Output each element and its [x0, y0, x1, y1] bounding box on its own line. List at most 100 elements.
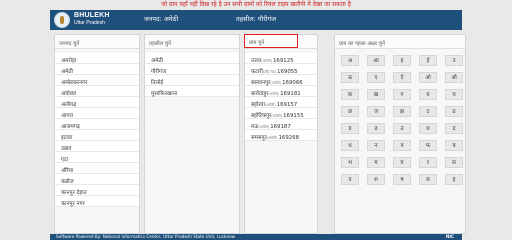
tehsil-item[interactable]: गौरीगंज	[145, 64, 239, 75]
district-item[interactable]: आगरा	[55, 108, 139, 119]
district-panel: जनपद चुनें अमरोहा अमेठी अम्बेडकरनगर अयोध्या…	[54, 34, 140, 234]
letter-button[interactable]: य	[393, 157, 411, 168]
letter-button[interactable]: ट	[419, 106, 437, 117]
letter-button[interactable]: ऊ	[341, 72, 359, 83]
district-item[interactable]: आजमगढ़	[55, 119, 139, 130]
village-item[interactable]: बसावनपुर(अमेठी)169066	[245, 75, 317, 86]
district-item[interactable]: कानपुर नगर	[55, 196, 139, 207]
brand-title: BHULEKH	[74, 12, 110, 19]
village-locality: (अमेठी)	[258, 125, 270, 129]
letter-button[interactable]: ठ	[445, 106, 463, 117]
village-name: उत्तरा	[251, 58, 262, 64]
district-item[interactable]: अम्बेडकरनगर	[55, 75, 139, 86]
village-name: बसावनपुर	[251, 80, 271, 86]
letter-button[interactable]: ब	[445, 140, 463, 151]
letter-button[interactable]: स	[419, 174, 437, 185]
village-item[interactable]: उत्तरा(अमेठी)169125	[245, 53, 317, 64]
letter-button[interactable]: थ	[419, 123, 437, 134]
letter-button[interactable]: अ	[341, 55, 359, 66]
village-name: बारोदाहुर	[251, 91, 269, 97]
letter-button[interactable]: ड	[341, 123, 359, 134]
village-locality: (अमेठी)	[268, 92, 280, 96]
letter-button[interactable]: उ	[445, 55, 463, 66]
letter-button[interactable]: ऐ	[393, 72, 411, 83]
letter-button[interactable]: प	[393, 140, 411, 151]
brand-subtitle: Uttar Pradesh	[74, 20, 105, 26]
tehsil-item[interactable]: अमेठी	[145, 53, 239, 64]
district-item[interactable]: अमेठी	[55, 64, 139, 75]
page: जो ग्राम यहाँ नहीं दिख रहे है उन सभी ग्र…	[0, 0, 512, 240]
letter-button[interactable]: आ	[367, 55, 385, 66]
district-item[interactable]: कन्नौज	[55, 174, 139, 185]
village-item[interactable]: बहोरिकपुर(अमेठी)169155	[245, 108, 317, 119]
letter-button[interactable]: ह	[445, 174, 463, 185]
letter-button[interactable]: भ	[341, 157, 359, 168]
emblem-icon	[54, 12, 70, 28]
district-label: जनपद: अमेठी	[144, 15, 179, 23]
village-code: 169187	[270, 124, 291, 130]
village-locality: (अमेठी)	[270, 81, 282, 85]
tehsil-panel-title: तहसील चुनें	[145, 35, 239, 49]
village-name: बहोरवा	[251, 102, 265, 108]
district-list: अमरोहा अमेठी अम्बेडकरनगर अयोध्या अलीगढ़ आगरा आ…	[55, 49, 139, 207]
letter-button[interactable]: ज	[367, 106, 385, 117]
letter-button[interactable]: ओ	[419, 72, 437, 83]
letter-button[interactable]: च	[445, 89, 463, 100]
brand: BHULEKH Uttar Pradesh	[74, 12, 110, 27]
letter-button[interactable]: औ	[445, 72, 463, 83]
village-code: 169268	[278, 135, 300, 141]
letter-button[interactable]: म	[367, 157, 385, 168]
tehsil-item[interactable]: तिलोई	[145, 75, 239, 86]
village-list: उत्तरा(अमेठी)169125 कटारी(तहिं रोड)169055…	[245, 49, 317, 141]
village-locality: (अमेठी)	[266, 136, 278, 140]
district-item[interactable]: उन्नाव	[55, 141, 139, 152]
village-panel-title: ग्राम चुनें	[244, 34, 298, 48]
village-locality: (अमेठी)	[271, 114, 283, 118]
district-item[interactable]: औरैया	[55, 163, 139, 174]
letter-button[interactable]: श	[367, 174, 385, 185]
village-locality: (अमेठी)	[261, 59, 272, 63]
village-code: 169155	[283, 113, 304, 119]
district-item[interactable]: कानपुर देहात	[55, 185, 139, 196]
letter-button[interactable]: र	[419, 157, 437, 168]
letter-button[interactable]: फ	[419, 140, 437, 151]
village-code: 169055	[277, 69, 298, 75]
district-item[interactable]: अलीगढ़	[55, 97, 139, 108]
letter-button[interactable]: ग	[393, 89, 411, 100]
district-item[interactable]: एटा	[55, 152, 139, 163]
district-item[interactable]: अयोध्या	[55, 86, 139, 97]
letter-button[interactable]: ई	[419, 55, 437, 66]
village-locality: (तहिं रोड)	[262, 70, 277, 74]
letter-button[interactable]: त	[393, 123, 411, 134]
district-item[interactable]: अमरोहा	[55, 53, 139, 64]
village-item[interactable]: समसपुर(अमेठी)169268	[245, 130, 317, 141]
letter-button[interactable]: ल	[445, 157, 463, 168]
tehsil-item[interactable]: मुसाफिरखाना	[145, 86, 239, 97]
notice-text: जो ग्राम यहाँ नहीं दिख रहे है उन सभी ग्र…	[161, 1, 351, 8]
letter-panel-title: ग्राम का पहला अक्षर चुनें	[335, 35, 465, 49]
letter-button[interactable]: ष	[393, 174, 411, 185]
tehsil-list: अमेठी गौरीगंज तिलोई मुसाफिरखाना	[145, 49, 239, 97]
nic-logo: NIC	[445, 234, 454, 239]
letter-button[interactable]: घ	[419, 89, 437, 100]
village-item[interactable]: मऊ(अमेठी)169187	[245, 119, 317, 130]
village-item[interactable]: कटारी(तहिं रोड)169055	[245, 64, 317, 75]
village-panel: उत्तरा(अमेठी)169125 कटारी(तहिं रोड)169055…	[244, 34, 318, 234]
letter-button[interactable]: इ	[393, 55, 411, 66]
footer-bar: Software Powered By: National Informatic…	[50, 234, 462, 240]
village-name: बहोरिकपुर	[251, 113, 272, 119]
letter-button[interactable]: ख	[367, 89, 385, 100]
village-item[interactable]: बहोरवा(अमेठी)169157	[245, 97, 317, 108]
letter-button[interactable]: ध	[341, 140, 359, 151]
letter-button[interactable]: व	[341, 174, 359, 185]
letter-button[interactable]: क	[341, 89, 359, 100]
letter-button[interactable]: छ	[341, 106, 359, 117]
village-item[interactable]: बारोदाहुर(अमेठी)169181	[245, 86, 317, 97]
letter-button[interactable]: झ	[393, 106, 411, 117]
letter-button[interactable]: द	[445, 123, 463, 134]
district-panel-title: जनपद चुनें	[55, 35, 139, 49]
letter-button[interactable]: ढ	[367, 123, 385, 134]
district-item[interactable]: इटावा	[55, 130, 139, 141]
letter-button[interactable]: न	[367, 140, 385, 151]
letter-button[interactable]: ए	[367, 72, 385, 83]
